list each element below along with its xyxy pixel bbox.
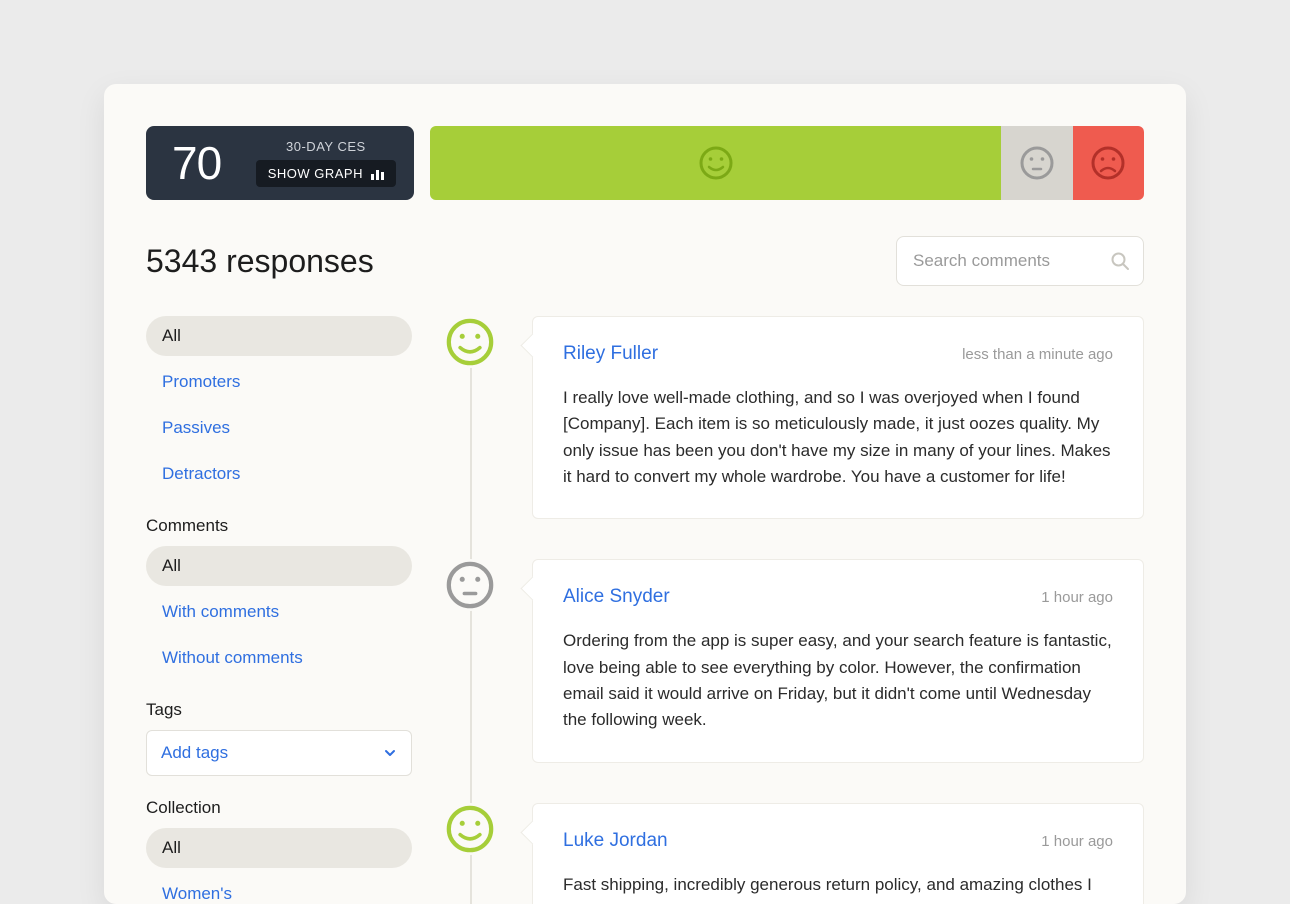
entry-body: Fast shipping, incredibly generous retur…	[563, 872, 1113, 904]
sad-face-icon	[1091, 146, 1125, 180]
meta-row: 5343 responses	[146, 236, 1144, 286]
feed-entry: Alice Snyder 1 hour ago Ordering from th…	[444, 559, 1144, 762]
sidebar: All Promoters Passives Detractors Commen…	[146, 316, 412, 904]
entry-card: Riley Fuller less than a minute ago I re…	[532, 316, 1144, 519]
neutral-face-icon	[1020, 146, 1054, 180]
filter-all[interactable]: All	[146, 316, 412, 356]
filter-without-comments[interactable]: Without comments	[146, 638, 412, 678]
happy-face-icon	[446, 318, 494, 366]
entry-timestamp: less than a minute ago	[962, 346, 1113, 363]
show-graph-button[interactable]: SHOW GRAPH	[256, 160, 396, 187]
tags-placeholder: Add tags	[161, 743, 228, 763]
entry-author[interactable]: Riley Fuller	[563, 343, 658, 365]
entry-face	[444, 559, 496, 611]
entry-card: Luke Jordan 1 hour ago Fast shipping, in…	[532, 803, 1144, 904]
sentiment-segment-passive[interactable]	[1001, 126, 1072, 200]
entry-timestamp: 1 hour ago	[1041, 589, 1113, 606]
search-wrap	[896, 236, 1144, 286]
happy-face-icon	[699, 146, 733, 180]
tags-group-label: Tags	[146, 700, 412, 720]
sentiment-segment-promoter[interactable]	[430, 126, 1001, 200]
score-label: 30-DAY CES	[286, 139, 366, 154]
tags-select[interactable]: Add tags	[146, 730, 412, 776]
main-row: All Promoters Passives Detractors Commen…	[146, 316, 1144, 904]
neutral-face-icon	[446, 561, 494, 609]
filter-comments-all[interactable]: All	[146, 546, 412, 586]
show-graph-label: SHOW GRAPH	[268, 166, 363, 181]
sentiment-segment-detractor[interactable]	[1073, 126, 1144, 200]
header-row: 70 30-DAY CES SHOW GRAPH	[146, 126, 1144, 200]
entry-author[interactable]: Alice Snyder	[563, 586, 670, 608]
happy-face-icon	[446, 805, 494, 853]
filter-passives[interactable]: Passives	[146, 408, 412, 448]
bar-chart-icon	[371, 168, 384, 180]
entry-author[interactable]: Luke Jordan	[563, 830, 668, 852]
feed-entry: Riley Fuller less than a minute ago I re…	[444, 316, 1144, 519]
responses-count: 5343 responses	[146, 243, 374, 280]
filter-group-comments: Comments All With comments Without comme…	[146, 516, 412, 678]
entry-body: Ordering from the app is super easy, and…	[563, 628, 1113, 733]
comments-group-label: Comments	[146, 516, 412, 536]
filter-group-tags: Tags Add tags	[146, 700, 412, 776]
search-input[interactable]	[896, 236, 1144, 286]
score-value: 70	[172, 136, 221, 190]
filter-collection-all[interactable]: All	[146, 828, 412, 868]
filter-group-collection: Collection All Women's Men's	[146, 798, 412, 904]
entry-body: I really love well-made clothing, and so…	[563, 385, 1113, 490]
entry-timestamp: 1 hour ago	[1041, 833, 1113, 850]
entry-face	[444, 803, 496, 855]
filter-detractors[interactable]: Detractors	[146, 454, 412, 494]
filter-promoters[interactable]: Promoters	[146, 362, 412, 402]
sentiment-bar	[430, 126, 1144, 200]
entry-face	[444, 316, 496, 368]
search-icon	[1110, 251, 1130, 271]
filter-with-comments[interactable]: With comments	[146, 592, 412, 632]
score-box: 70 30-DAY CES SHOW GRAPH	[146, 126, 414, 200]
dashboard-card: 70 30-DAY CES SHOW GRAPH 5343 responses	[104, 84, 1186, 904]
entry-card: Alice Snyder 1 hour ago Ordering from th…	[532, 559, 1144, 762]
collection-group-label: Collection	[146, 798, 412, 818]
chevron-down-icon	[383, 746, 397, 760]
feed: Riley Fuller less than a minute ago I re…	[444, 316, 1144, 904]
feed-entry: Luke Jordan 1 hour ago Fast shipping, in…	[444, 803, 1144, 904]
filter-group-category: All Promoters Passives Detractors	[146, 316, 412, 494]
